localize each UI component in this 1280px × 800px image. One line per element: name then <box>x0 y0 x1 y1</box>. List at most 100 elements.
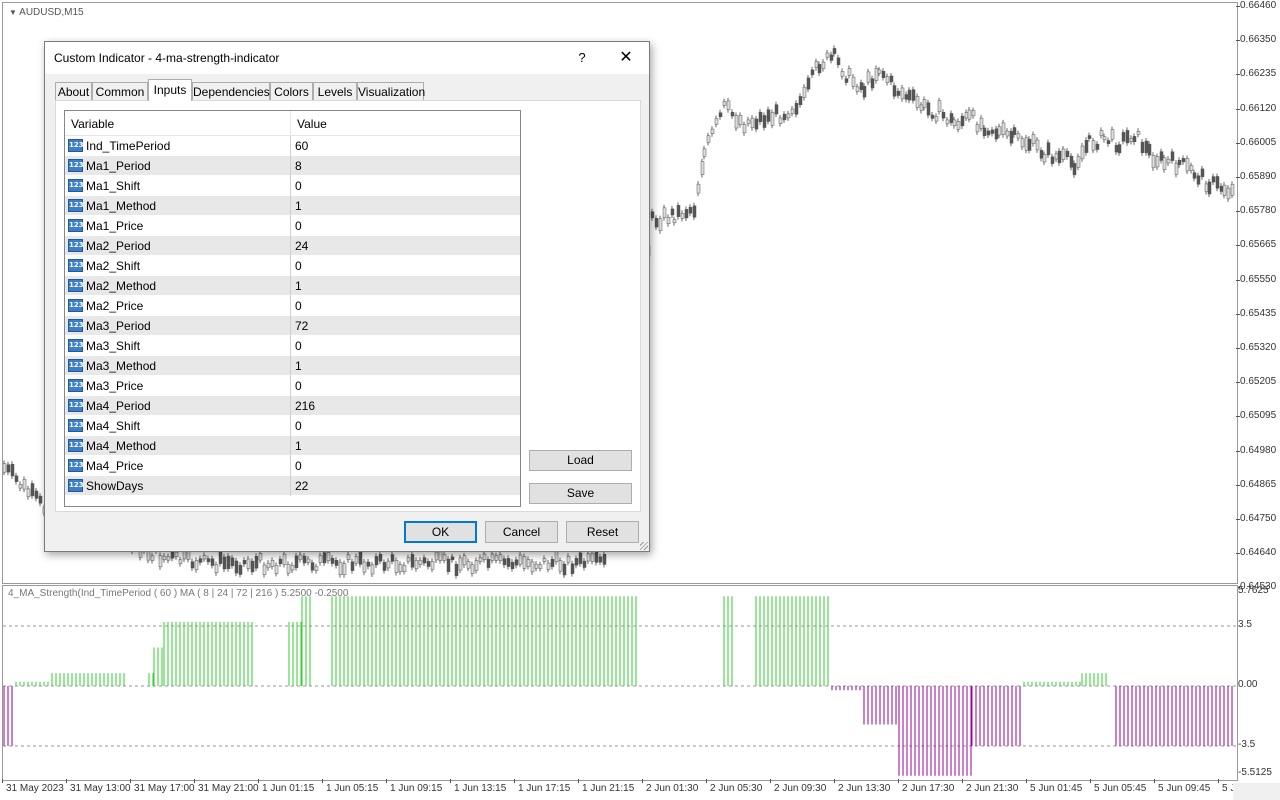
price-tick-label: 0.66005 <box>1240 136 1277 148</box>
param-row[interactable]: 123 Ma2_Period 24 <box>65 236 520 256</box>
param-row[interactable]: 123 Ma1_Price 0 <box>65 216 520 236</box>
tab-colors[interactable]: Colors <box>270 82 313 100</box>
time-tick <box>1218 779 1219 783</box>
load-button[interactable]: Load <box>529 450 632 471</box>
resize-grip-icon[interactable] <box>640 542 648 550</box>
candle <box>1222 184 1227 196</box>
param-row[interactable]: 123 Ma3_Method 1 <box>65 356 520 376</box>
param-row[interactable]: 123 Ma1_Shift 0 <box>65 176 520 196</box>
inputs-grid: Variable Value 123 Ind_TimePeriod 60 123 Ma1… <box>64 110 521 507</box>
param-row[interactable]: 123 Ma1_Period 8 <box>65 156 520 176</box>
candle <box>1144 140 1149 154</box>
cancel-button[interactable]: Cancel <box>485 521 558 543</box>
param-value[interactable]: 0 <box>295 299 302 313</box>
candle <box>210 558 215 566</box>
param-value[interactable]: 0 <box>295 219 302 233</box>
column-divider[interactable] <box>290 111 291 135</box>
candle <box>730 112 735 117</box>
param-value[interactable]: 0 <box>295 339 302 353</box>
column-variable[interactable]: Variable <box>71 117 114 131</box>
candle <box>1230 183 1235 196</box>
param-value[interactable]: 22 <box>295 479 308 493</box>
param-row[interactable]: 123 Ma1_Method 1 <box>65 196 520 216</box>
param-value[interactable]: 60 <box>295 139 308 153</box>
candle <box>434 551 439 561</box>
indicator-window[interactable]: 4_MA_Strength(Ind_TimePeriod ( 60 ) MA (… <box>2 585 1238 781</box>
candle <box>654 218 659 228</box>
candle <box>658 218 663 231</box>
tab-inputs[interactable]: Inputs <box>148 79 192 101</box>
candle <box>672 219 677 224</box>
candle <box>598 556 603 563</box>
dialog-titlebar[interactable]: Custom Indicator - 4-ma-strength-indicat… <box>45 42 649 74</box>
param-value[interactable]: 1 <box>295 359 302 373</box>
cell-divider <box>290 416 291 436</box>
tab-levels[interactable]: Levels <box>313 82 357 100</box>
indicator-title: 4_MA_Strength(Ind_TimePeriod ( 60 ) MA (… <box>8 588 349 599</box>
time-tick <box>898 779 899 783</box>
close-icon[interactable]: ✕ <box>613 47 639 69</box>
tab-dependencies[interactable]: Dependencies <box>192 82 270 100</box>
indicator-tick-label: 5.7625 <box>1238 585 1269 596</box>
price-tick-label: 0.64980 <box>1240 444 1277 456</box>
param-value[interactable]: 0 <box>295 379 302 393</box>
tab-common[interactable]: Common <box>92 82 148 100</box>
indicator-tick-label: -5.5125 <box>1238 767 1272 778</box>
candle <box>666 217 671 224</box>
candle <box>582 560 587 568</box>
param-row[interactable]: 123 Ma2_Shift 0 <box>65 256 520 276</box>
param-value[interactable]: 1 <box>295 199 302 213</box>
integer-param-icon: 123 <box>68 139 84 152</box>
param-value[interactable]: 1 <box>295 439 302 453</box>
param-value[interactable]: 72 <box>295 319 308 333</box>
param-row[interactable]: 123 Ma3_Price 0 <box>65 376 520 396</box>
column-value[interactable]: Value <box>297 117 327 131</box>
collapse-triangle-icon[interactable]: ▼ <box>9 8 17 17</box>
param-row[interactable]: 123 Ma4_Shift 0 <box>65 416 520 436</box>
candle <box>1211 176 1216 183</box>
integer-param-icon: 123 <box>68 279 84 292</box>
save-button[interactable]: Save <box>529 483 632 504</box>
candle <box>1219 185 1224 192</box>
cell-divider <box>290 176 291 196</box>
price-tick-label: 0.65205 <box>1240 376 1277 388</box>
ok-button[interactable]: OK <box>404 521 477 543</box>
reset-button[interactable]: Reset <box>566 521 639 543</box>
candle <box>926 102 931 116</box>
param-row[interactable]: 123 Ind_TimePeriod 60 <box>65 136 520 156</box>
param-row[interactable]: 123 Ma4_Period 216 <box>65 396 520 416</box>
cell-divider <box>290 456 291 476</box>
candle <box>862 85 867 98</box>
candle <box>562 563 567 576</box>
param-value[interactable]: 0 <box>295 419 302 433</box>
tab-about[interactable]: About <box>55 82 92 100</box>
candle <box>342 563 347 576</box>
candle <box>214 564 219 574</box>
candle <box>1061 148 1066 160</box>
param-value[interactable]: 0 <box>295 179 302 193</box>
param-value[interactable]: 24 <box>295 239 308 253</box>
param-name: Ma2_Price <box>86 299 144 313</box>
param-value[interactable]: 216 <box>295 399 315 413</box>
candle <box>1084 140 1089 153</box>
candle <box>1170 151 1175 161</box>
param-row[interactable]: 123 Ma3_Shift 0 <box>65 336 520 356</box>
param-row[interactable]: 123 ShowDays 22 <box>65 476 520 496</box>
param-name: Ma2_Period <box>86 239 151 253</box>
candle <box>967 109 972 120</box>
param-row[interactable]: 123 Ma4_Price 0 <box>65 456 520 476</box>
param-value[interactable]: 1 <box>295 279 302 293</box>
param-row[interactable]: 123 Ma2_Price 0 <box>65 296 520 316</box>
param-value[interactable]: 0 <box>295 259 302 273</box>
param-row[interactable]: 123 Ma4_Method 1 <box>65 436 520 456</box>
tab-visualization[interactable]: Visualization <box>357 82 425 100</box>
param-row[interactable]: 123 Ma2_Method 1 <box>65 276 520 296</box>
param-value[interactable]: 0 <box>295 459 302 473</box>
param-row[interactable]: 123 Ma3_Period 72 <box>65 316 520 336</box>
time-tick <box>322 779 323 783</box>
param-value[interactable]: 8 <box>295 159 302 173</box>
candle <box>1106 140 1111 144</box>
candle <box>282 553 287 565</box>
candle <box>502 558 507 566</box>
help-button[interactable]: ? <box>573 48 591 68</box>
